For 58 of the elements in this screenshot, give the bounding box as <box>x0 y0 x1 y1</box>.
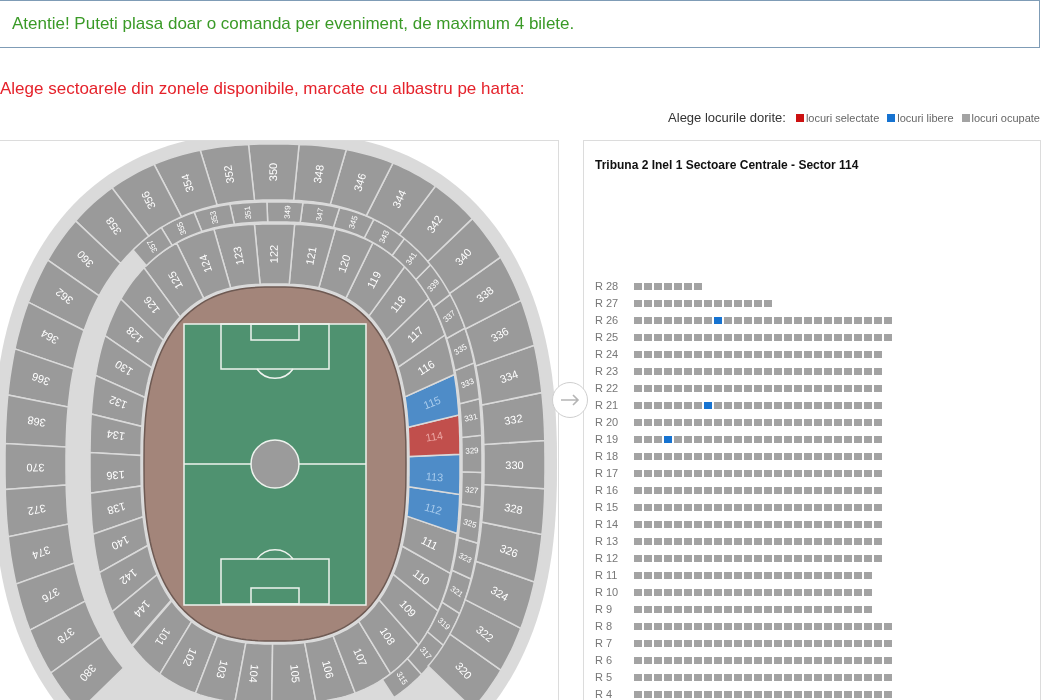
arrow-right-icon <box>560 394 580 406</box>
stadium-section[interactable]: 330 <box>483 439 546 490</box>
stadium-section[interactable]: 346 <box>329 148 394 217</box>
stadium-section[interactable]: 374 <box>7 523 76 586</box>
row-label: R 7 <box>595 636 614 652</box>
row-label: R 25 <box>595 330 620 346</box>
row-label: R 28 <box>595 279 620 295</box>
stadium-section[interactable]: 104 <box>233 641 274 700</box>
row-label: R 4 <box>595 687 614 700</box>
instruction-heading: Alege sectoarele din zonele disponibile, marcate cu albastru pe harta: <box>0 78 525 101</box>
row-label: R 20 <box>595 415 620 431</box>
legend-label: Alege locurile dorite: <box>668 109 786 128</box>
stadium-section[interactable]: 348 <box>292 143 348 206</box>
next-button[interactable] <box>552 382 588 418</box>
stadium-section[interactable]: 368 <box>4 394 69 448</box>
row-label: R 23 <box>595 364 620 380</box>
row-label: R 15 <box>595 500 620 516</box>
row-label: R 19 <box>595 432 620 448</box>
row-label: R 14 <box>595 517 620 533</box>
stadium-section[interactable]: 370 <box>4 442 67 491</box>
stadium-section[interactable]: 134 <box>89 412 143 457</box>
row-label: R 11 <box>595 568 619 584</box>
row-label: R 16 <box>595 483 620 499</box>
row-label: R 13 <box>595 534 620 550</box>
stadium-section[interactable]: 132 <box>90 374 146 428</box>
row-label: R 8 <box>595 619 614 635</box>
stadium-section[interactable]: 334 <box>474 344 543 406</box>
stadium-section[interactable]: 372 <box>4 484 70 538</box>
row-label: R 27 <box>595 296 620 312</box>
row-label: R 21 <box>595 398 620 414</box>
stadium-section[interactable]: 123 <box>212 223 261 289</box>
sector-title: Tribuna 2 Inel 1 Sectoare Centrale - Sector 114 <box>595 157 860 173</box>
stadium-section[interactable]: 329 <box>460 434 483 474</box>
stadium-section[interactable]: 112 <box>406 485 461 535</box>
stadium-section[interactable]: 105 <box>270 641 317 700</box>
row-label: R 12 <box>595 551 620 567</box>
row-label: R 9 <box>595 602 614 618</box>
row-label: R 17 <box>595 466 620 482</box>
stadium-section[interactable]: 114 <box>407 413 461 458</box>
stadium-section[interactable]: 366 <box>7 347 75 408</box>
row-label: R 5 <box>595 670 614 686</box>
row-label: R 24 <box>595 347 620 363</box>
row-label: R 26 <box>595 313 620 329</box>
stadium-section[interactable]: 349 <box>266 201 304 224</box>
stadium-section[interactable]: 138 <box>89 485 144 536</box>
alert-message: Atentie! Puteti plasa doar o comanda per eveniment, de maximum 4 bilete. <box>12 13 575 36</box>
stadium-section[interactable]: 121 <box>288 223 337 289</box>
row-label: R 18 <box>595 449 620 465</box>
legend-text: locuri selectate <box>805 110 880 126</box>
stadium-section[interactable]: 352 <box>199 143 256 206</box>
row-label: R 10 <box>595 585 620 601</box>
legend-text: locuri ocupate <box>971 110 1040 126</box>
stadium-section[interactable]: 327 <box>460 471 483 509</box>
stadium-section[interactable]: 332 <box>480 391 546 446</box>
stadium-section[interactable]: 328 <box>480 483 546 536</box>
legend-text: locuri libere <box>897 110 954 126</box>
row-label: R 22 <box>595 381 620 397</box>
row-label: R 6 <box>595 653 614 669</box>
